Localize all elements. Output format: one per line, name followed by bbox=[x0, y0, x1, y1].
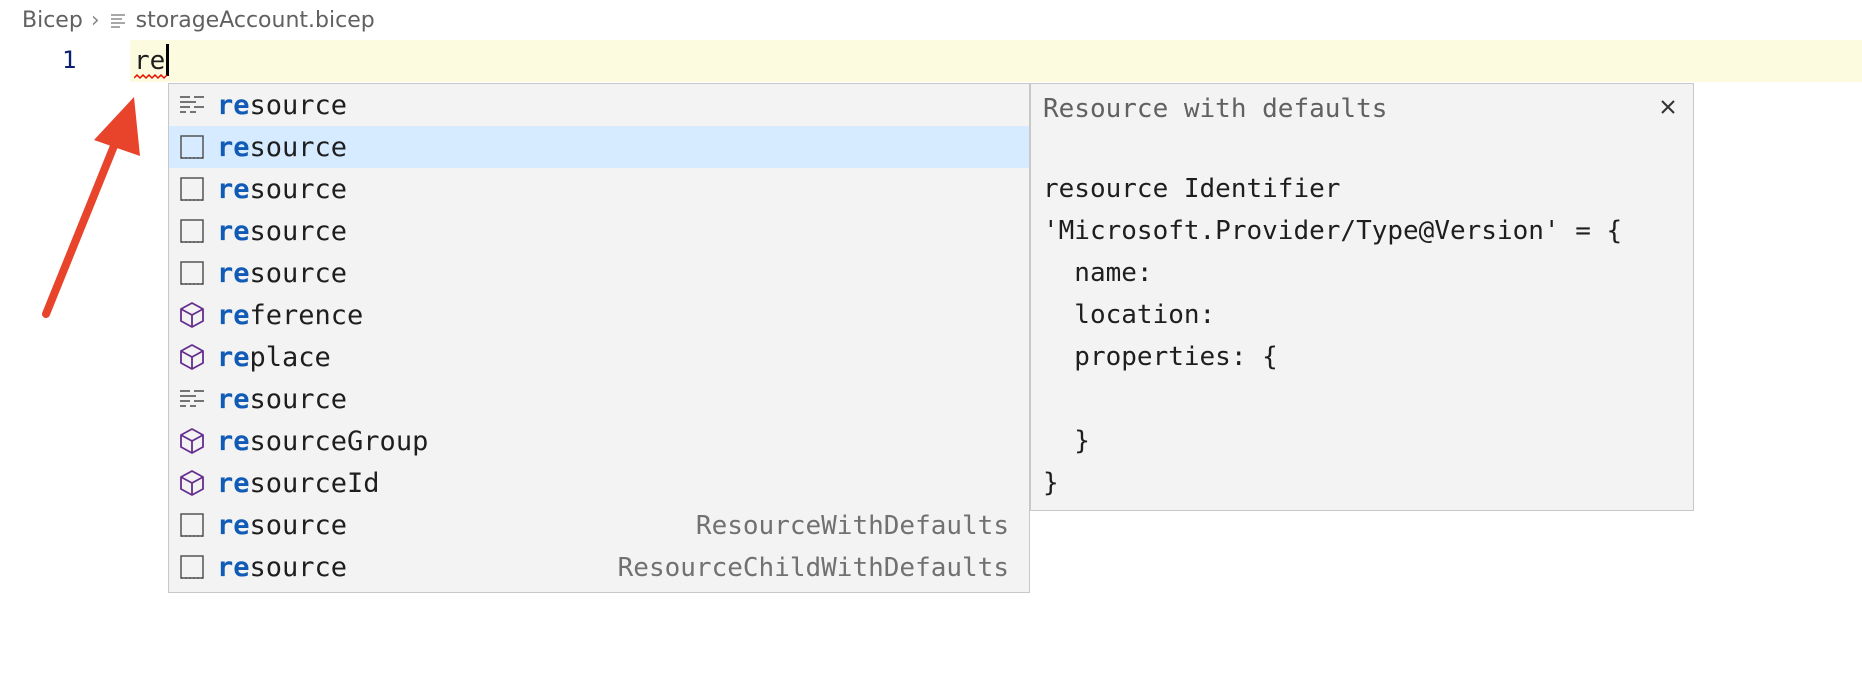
suggestion-item[interactable]: resource bbox=[169, 252, 1029, 294]
editor-line[interactable]: 1 re bbox=[0, 40, 1862, 82]
function-icon bbox=[177, 468, 207, 498]
suggestion-item[interactable]: resource ResourceWithDefaults bbox=[169, 504, 1029, 546]
function-icon bbox=[177, 342, 207, 372]
close-icon[interactable] bbox=[1653, 92, 1683, 122]
suggestion-item[interactable]: reference bbox=[169, 294, 1029, 336]
suggestion-label: resource bbox=[217, 132, 347, 163]
suggestion-label: resourceGroup bbox=[217, 426, 428, 457]
suggestion-match-highlight: re bbox=[217, 131, 250, 163]
suggestion-detail: ResourceWithDefaults bbox=[695, 511, 1009, 541]
suggestion-label: resource bbox=[217, 510, 347, 541]
text-cursor bbox=[166, 44, 169, 76]
suggestion-match-highlight: re bbox=[217, 383, 250, 415]
suggestion-match-highlight: re bbox=[217, 257, 250, 289]
keyword-icon bbox=[177, 132, 207, 162]
suggestion-label-rest: source bbox=[249, 383, 348, 415]
line-number: 1 bbox=[62, 46, 77, 74]
breadcrumb: Bicep › storageAccount.bicep bbox=[22, 4, 375, 36]
suggestion-label: resource bbox=[217, 552, 347, 583]
suggestion-item[interactable]: resource bbox=[169, 84, 1029, 126]
keyword-icon bbox=[177, 174, 207, 204]
details-title: Resource with defaults bbox=[1043, 94, 1388, 124]
suggestion-label: resourceId bbox=[217, 468, 380, 499]
error-squiggle bbox=[134, 74, 168, 80]
suggestion-match-highlight: re bbox=[217, 509, 250, 541]
suggestion-label: replace bbox=[217, 342, 331, 373]
suggestion-item[interactable]: resource bbox=[169, 378, 1029, 420]
suggestion-label: resource bbox=[217, 384, 347, 415]
suggestion-item[interactable]: resourceId bbox=[169, 462, 1029, 504]
suggestion-label-rest: sourceGroup bbox=[249, 425, 429, 457]
snippet-icon bbox=[177, 384, 207, 414]
snippet-icon bbox=[177, 90, 207, 120]
suggestion-label-rest: ference bbox=[249, 299, 364, 331]
suggestion-label-rest: source bbox=[249, 173, 348, 205]
suggestion-match-highlight: re bbox=[217, 551, 250, 583]
suggestion-detail: ResourceChildWithDefaults bbox=[617, 553, 1009, 583]
current-line-highlight bbox=[130, 40, 1862, 82]
suggestion-match-highlight: re bbox=[217, 341, 250, 373]
file-lines-icon bbox=[108, 10, 128, 30]
suggestion-label: resource bbox=[217, 90, 347, 121]
suggestion-match-highlight: re bbox=[217, 467, 250, 499]
keyword-icon bbox=[177, 216, 207, 246]
suggestion-item[interactable]: resource ResourceChildWithDefaults bbox=[169, 546, 1029, 588]
keyword-icon bbox=[177, 552, 207, 582]
suggestion-item[interactable]: resource bbox=[169, 126, 1029, 168]
suggestion-details: Resource with defaults resource Identifi… bbox=[1030, 83, 1694, 511]
suggestion-label: resource bbox=[217, 216, 347, 247]
suggestion-match-highlight: re bbox=[217, 425, 250, 457]
suggestion-match-highlight: re bbox=[217, 89, 250, 121]
suggestion-label: resource bbox=[217, 174, 347, 205]
suggestion-label-rest: source bbox=[249, 89, 348, 121]
suggestion-label: resource bbox=[217, 258, 347, 289]
suggestion-list[interactable]: resource resource resource resource resource… bbox=[168, 83, 1030, 593]
suggestion-match-highlight: re bbox=[217, 299, 250, 331]
suggestion-item[interactable]: resource bbox=[169, 168, 1029, 210]
suggestion-item[interactable]: resourceGroup bbox=[169, 420, 1029, 462]
suggestion-label-rest: source bbox=[249, 551, 348, 583]
suggestion-label: reference bbox=[217, 300, 363, 331]
suggestion-item[interactable]: resource bbox=[169, 210, 1029, 252]
suggestion-match-highlight: re bbox=[217, 173, 250, 205]
editor-code-text[interactable]: re bbox=[134, 46, 165, 76]
details-code: resource Identifier 'Microsoft.Provider/… bbox=[1043, 174, 1623, 498]
suggestion-match-highlight: re bbox=[217, 215, 250, 247]
suggestion-label-rest: source bbox=[249, 131, 348, 163]
breadcrumb-file[interactable]: storageAccount.bicep bbox=[136, 8, 375, 33]
suggestion-item[interactable]: replace bbox=[169, 336, 1029, 378]
breadcrumb-root[interactable]: Bicep bbox=[22, 8, 83, 33]
suggestion-label-rest: sourceId bbox=[249, 467, 380, 499]
suggestion-label-rest: place bbox=[249, 341, 331, 373]
chevron-right-icon: › bbox=[90, 7, 100, 33]
suggestion-label-rest: source bbox=[249, 509, 348, 541]
keyword-icon bbox=[177, 258, 207, 288]
suggestion-label-rest: source bbox=[249, 215, 348, 247]
keyword-icon bbox=[177, 510, 207, 540]
function-icon bbox=[177, 426, 207, 456]
suggestion-label-rest: source bbox=[249, 257, 348, 289]
function-icon bbox=[177, 300, 207, 330]
